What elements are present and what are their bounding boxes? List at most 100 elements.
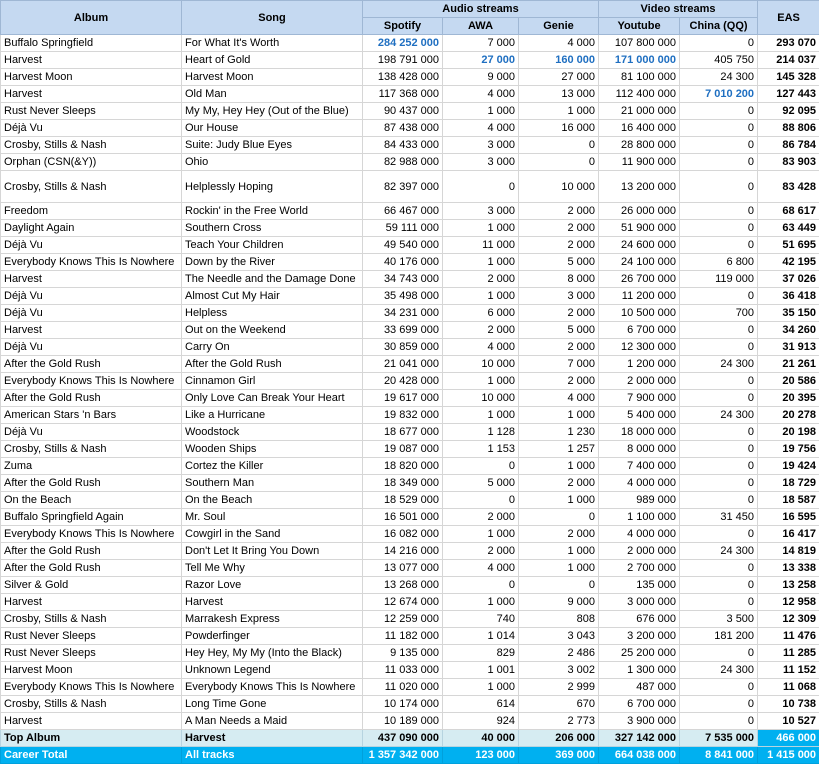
cell-song: Mr. Soul: [181, 508, 363, 526]
table-row: Crosby, Stills & Nash Long Time Gone 10 17…: [0, 695, 819, 713]
table-row: Harvest Out on the Weekend 33 699 000 2 000…: [0, 321, 819, 339]
table-row: Everybody Knows This Is Nowhere Everybody…: [0, 678, 819, 696]
cell-china: 0: [679, 389, 759, 407]
table-row: Buffalo Springfield For What It's Worth 28…: [0, 34, 819, 52]
cell-china: 0: [679, 644, 759, 662]
streams-table: Album Song Audio streams Video streams E…: [0, 0, 819, 764]
cell-genie: 808: [517, 610, 600, 628]
cell-china: 0: [679, 372, 759, 390]
table-row: Everybody Knows This Is Nowhere Down by t…: [0, 253, 819, 271]
cell-spotify: 34 231 000: [362, 304, 443, 322]
table-row: After the Gold Rush Don't Let It Bring Yo…: [0, 542, 819, 560]
cell-awa: 1 000: [442, 219, 519, 237]
cell-spotify: 11 020 000: [362, 678, 443, 696]
cell-album: Everybody Knows This Is Nowhere: [0, 678, 182, 696]
cell-awa: 1 153: [442, 440, 519, 458]
cell-album: Rust Never Sleeps: [0, 627, 182, 645]
cell-awa: 27 000: [442, 51, 519, 69]
cell-youtube: 1 300 000: [598, 661, 681, 679]
table-row: Buffalo Springfield Again Mr. Soul 16 501 …: [0, 508, 819, 526]
cell-eas: 16 595: [757, 508, 819, 526]
cell-genie: 3 043: [517, 627, 600, 645]
table-row: After the Gold Rush Only Love Can Break Y…: [0, 389, 819, 407]
cell-eas: 83 903: [757, 153, 819, 171]
career-total-eas: 1 415 000: [757, 746, 819, 764]
cell-eas: 145 328: [757, 68, 819, 86]
cell-song: Woodstock: [181, 423, 363, 441]
cell-eas: 86 784: [757, 136, 819, 154]
cell-genie: 2 000: [517, 219, 600, 237]
table-row: Harvest Heart of Gold 198 791 000 27 000 160…: [0, 51, 819, 69]
cell-awa: 4 000: [442, 338, 519, 356]
cell-eas: 16 417: [757, 525, 819, 543]
table-row: Freedom Rockin' in the Free World 66 467 0…: [0, 202, 819, 220]
cell-album: Déjà Vu: [0, 338, 182, 356]
cell-china: 0: [679, 219, 759, 237]
cell-album: Buffalo Springfield: [0, 34, 182, 52]
cell-youtube: 2 000 000: [598, 372, 681, 390]
top-album-row: Top Album Harvest 437 090 000 40 000 206…: [0, 729, 819, 747]
cell-youtube: 12 300 000: [598, 338, 681, 356]
cell-song: Long Time Gone: [181, 695, 363, 713]
cell-eas: 10 738: [757, 695, 819, 713]
cell-spotify: 198 791 000: [362, 51, 443, 69]
table-row: Déjà Vu Almost Cut My Hair 35 498 000 1 000…: [0, 287, 819, 305]
cell-album: American Stars 'n Bars: [0, 406, 182, 424]
cell-spotify: 13 268 000: [362, 576, 443, 594]
cell-album: Crosby, Stills & Nash: [0, 610, 182, 628]
cell-eas: 20 395: [757, 389, 819, 407]
cell-genie: 1 000: [517, 559, 600, 577]
table-row: Harvest Moon Unknown Legend 11 033 000 1 00…: [0, 661, 819, 679]
cell-genie: 5 000: [517, 253, 600, 271]
cell-genie: 2 000: [517, 236, 600, 254]
table-row: Harvest The Needle and the Damage Done 34 …: [0, 270, 819, 288]
cell-album: Silver & Gold: [0, 576, 182, 594]
cell-china: 181 200: [679, 627, 759, 645]
cell-spotify: 18 349 000: [362, 474, 443, 492]
cell-youtube: 135 000: [598, 576, 681, 594]
cell-album: Everybody Knows This Is Nowhere: [0, 525, 182, 543]
cell-youtube: 3 900 000: [598, 712, 681, 730]
cell-song: Marrakesh Express: [181, 610, 363, 628]
cell-spotify: 284 252 000: [362, 34, 443, 52]
cell-china: 0: [679, 525, 759, 543]
cell-youtube: 81 100 000: [598, 68, 681, 86]
cell-song: Harvest: [181, 593, 363, 611]
cell-eas: 21 261: [757, 355, 819, 373]
cell-song: A Man Needs a Maid: [181, 712, 363, 730]
cell-eas: 36 418: [757, 287, 819, 305]
cell-eas: 92 095: [757, 102, 819, 120]
cell-youtube: 107 800 000: [598, 34, 681, 52]
cell-china: 7 010 200: [679, 85, 759, 103]
cell-album: Déjà Vu: [0, 287, 182, 305]
cell-awa: 4 000: [442, 119, 519, 137]
cell-song: My My, Hey Hey (Out of the Blue): [181, 102, 363, 120]
cell-genie: 7 000: [517, 355, 600, 373]
table-row: Daylight Again Southern Cross 59 111 000 1 …: [0, 219, 819, 237]
cell-song: Razor Love: [181, 576, 363, 594]
cell-album: Déjà Vu: [0, 304, 182, 322]
cell-china: 0: [679, 576, 759, 594]
cell-youtube: 51 900 000: [598, 219, 681, 237]
cell-genie: 5 000: [517, 321, 600, 339]
cell-awa: 3 000: [442, 153, 519, 171]
cell-song: Wooden Ships: [181, 440, 363, 458]
table-row: Crosby, Stills & Nash Wooden Ships 19 087 …: [0, 440, 819, 458]
cell-youtube: 26 700 000: [598, 270, 681, 288]
cell-spotify: 33 699 000: [362, 321, 443, 339]
cell-youtube: 21 000 000: [598, 102, 681, 120]
cell-youtube: 11 900 000: [598, 153, 681, 171]
cell-genie: 1 000: [517, 491, 600, 509]
cell-youtube: 16 400 000: [598, 119, 681, 137]
cell-song: Like a Hurricane: [181, 406, 363, 424]
cell-awa: 1 000: [442, 593, 519, 611]
cell-song: Almost Cut My Hair: [181, 287, 363, 305]
table-row: Crosby, Stills & Nash Suite: Judy Blue Ey…: [0, 136, 819, 154]
cell-genie: 670: [517, 695, 600, 713]
table-row: On the Beach On the Beach 18 529 000 0 1 000…: [0, 491, 819, 509]
cell-album: Rust Never Sleeps: [0, 644, 182, 662]
cell-awa: 1 128: [442, 423, 519, 441]
cell-genie: 2 000: [517, 304, 600, 322]
cell-china: 0: [679, 236, 759, 254]
cell-youtube: 6 700 000: [598, 321, 681, 339]
